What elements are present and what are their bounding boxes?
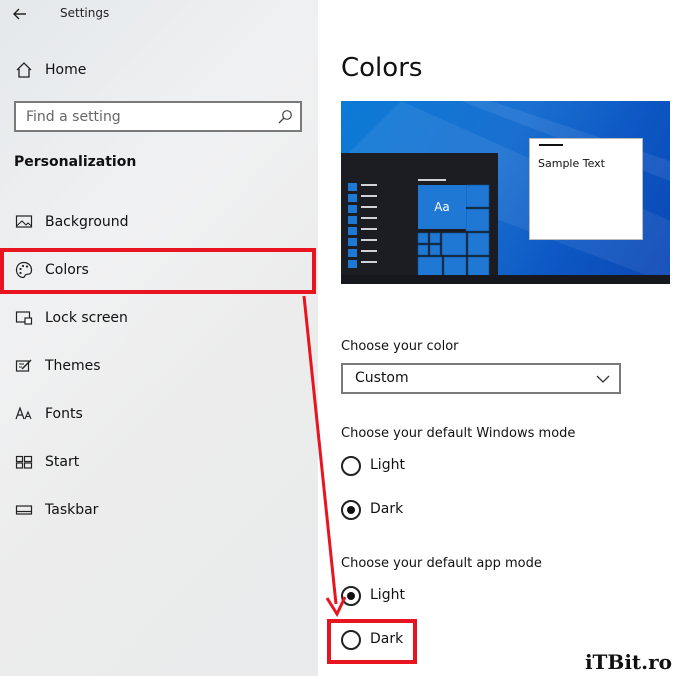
windows-mode-dark-radio[interactable]: Dark (341, 499, 461, 523)
picture-icon (14, 212, 34, 232)
colors-highlight-box (0, 248, 316, 294)
sample-text: Sample Text (538, 157, 605, 170)
radio-circle-selected[interactable] (341, 500, 361, 520)
page-title: Colors (341, 53, 423, 83)
preview-aa-tile: Aa (418, 185, 466, 229)
title-bar: Settings (0, 0, 318, 30)
search-icon[interactable] (277, 109, 293, 125)
main-content: Colors Aa Sample Text Choose your color … (318, 0, 680, 676)
preview-window: Sample Text (529, 138, 643, 240)
search-input[interactable] (26, 107, 266, 127)
choose-color-value: Custom (355, 370, 409, 386)
dark-mode-highlight-box (327, 619, 417, 664)
sidebar-item-lock-screen[interactable]: Lock screen (0, 298, 318, 338)
radio-label: Light (370, 587, 405, 603)
sidebar-item-themes[interactable]: Themes (0, 346, 318, 386)
taskbar-icon (14, 500, 34, 520)
section-title-personalization: Personalization (14, 154, 137, 170)
lock-screen-icon (14, 308, 34, 328)
sidebar-item-label: Background (45, 214, 129, 230)
radio-label: Light (370, 457, 405, 473)
start-icon (14, 452, 34, 472)
windows-mode-label: Choose your default Windows mode (341, 426, 576, 441)
sidebar-item-taskbar[interactable]: Taskbar (0, 490, 318, 530)
window-title: Settings (60, 6, 110, 20)
color-preview: Aa Sample Text (341, 101, 670, 284)
sidebar-item-fonts[interactable]: Fonts (0, 394, 318, 434)
back-arrow-icon (13, 8, 26, 20)
sidebar-item-background[interactable]: Background (0, 202, 318, 242)
sidebar: Settings Home Personalization Background… (0, 0, 318, 676)
preview-start-menu: Aa (341, 153, 498, 284)
sidebar-item-start[interactable]: Start (0, 442, 318, 482)
app-mode-light-radio[interactable]: Light (341, 585, 461, 609)
search-box[interactable] (14, 101, 302, 132)
watermark: iTBit.ro (584, 650, 672, 674)
app-mode-label: Choose your default app mode (341, 556, 542, 571)
preview-window-titleline (539, 144, 563, 146)
sidebar-item-label: Start (45, 454, 80, 470)
fonts-icon (14, 404, 34, 424)
nav-home-label: Home (45, 62, 87, 78)
sidebar-item-label: Themes (45, 358, 101, 374)
chevron-down-icon (596, 375, 610, 383)
radio-circle-selected[interactable] (341, 586, 361, 606)
choose-color-dropdown[interactable]: Custom (341, 363, 621, 394)
sidebar-item-label: Fonts (45, 406, 83, 422)
radio-label: Dark (370, 501, 404, 517)
home-icon (14, 60, 34, 80)
sidebar-item-label: Lock screen (45, 310, 128, 326)
choose-color-label: Choose your color (341, 339, 459, 354)
sidebar-item-label: Taskbar (45, 502, 99, 518)
windows-mode-light-radio[interactable]: Light (341, 455, 461, 479)
themes-icon (14, 356, 34, 376)
back-button[interactable] (10, 4, 32, 24)
radio-circle[interactable] (341, 456, 361, 476)
preview-taskbar (341, 275, 670, 284)
nav-home[interactable]: Home (0, 50, 318, 90)
